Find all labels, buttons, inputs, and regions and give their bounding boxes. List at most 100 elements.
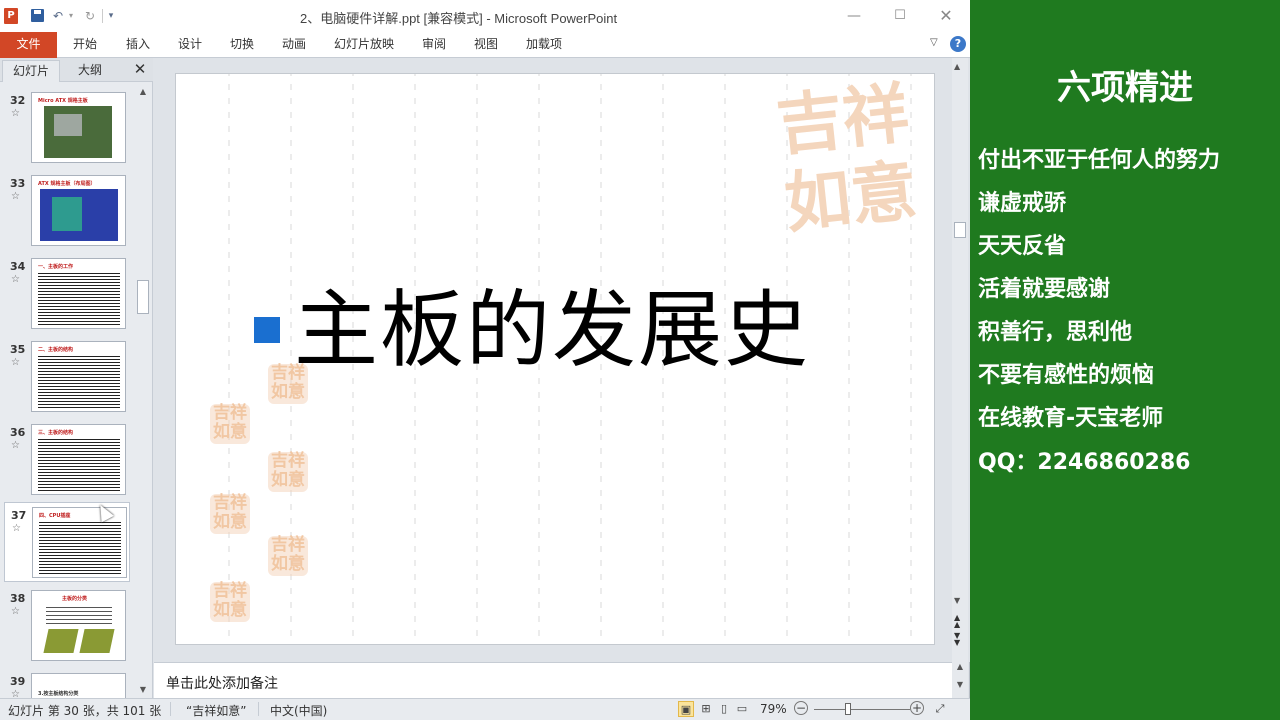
undo-icon[interactable]: ↶ — [50, 8, 66, 24]
scrollbar-thumb[interactable] — [954, 222, 966, 238]
minimize-button[interactable]: — — [842, 6, 866, 26]
side-panel-item: QQ：2246860286 — [978, 450, 1191, 475]
zoom-in-button[interactable]: + — [910, 701, 924, 715]
star-icon: ☆ — [11, 440, 20, 451]
thumbnail-36[interactable]: 36 ☆ 三、主板的结构 — [0, 420, 134, 500]
help-icon[interactable]: ? — [950, 36, 966, 52]
title-bar: P ↶ ▾ ↻ ▾ 2、电脑硬件详解.ppt [兼容模式] - Microsof… — [0, 0, 970, 32]
thumbnail-title: 三、主板的结构 — [38, 430, 74, 436]
notes-scrollbar[interactable]: ▲ ▼ — [952, 662, 968, 698]
slide-number: 35 — [10, 343, 26, 356]
close-pane-icon[interactable]: ✕ — [131, 60, 149, 80]
tab-slideshow[interactable]: 幻灯片放映 — [334, 32, 394, 58]
slide-number: 38 — [10, 592, 26, 605]
zoom-slider-knob[interactable] — [845, 703, 851, 715]
text-lines — [46, 607, 112, 625]
small-seal: 吉祥如意 — [268, 452, 308, 492]
slide-title[interactable]: 主板的发展史 — [294, 280, 810, 380]
zoom-out-button[interactable]: − — [794, 701, 808, 715]
thumbnail-39[interactable]: 39 ☆ 3.按主板结构分类 — [0, 669, 134, 698]
board-diagram-picture — [40, 189, 118, 241]
star-icon: ☆ — [11, 606, 20, 617]
thumbnail-38[interactable]: 38 ☆ 主板的分类 — [0, 586, 134, 666]
collapse-ribbon-icon[interactable]: ▽ — [930, 37, 938, 48]
slide-thumbnail: Micro ATX 规格主板 — [31, 92, 126, 163]
tab-home[interactable]: 开始 — [73, 32, 97, 58]
thumbnail-list: 32 ☆ Micro ATX 规格主板 33 ☆ ATX 规格主板（布局图） 3… — [0, 84, 134, 698]
language-indicator[interactable]: 中文(中国) — [270, 702, 327, 719]
tab-animations[interactable]: 动画 — [282, 32, 306, 58]
current-slide[interactable]: 吉祥如意 吉祥如意 吉祥如意 吉祥如意 吉祥如意 吉祥如意 吉祥如意 主板的发展… — [175, 73, 935, 645]
status-separator — [170, 702, 171, 716]
notes-placeholder[interactable]: 单击此处添加备注 — [166, 673, 278, 693]
side-panel-item: 积善行，思利他 — [978, 320, 1133, 345]
status-separator — [258, 702, 259, 716]
side-panel-item: 活着就要感谢 — [978, 277, 1111, 302]
scroll-down-icon[interactable]: ▼ — [137, 684, 149, 696]
tab-design[interactable]: 设计 — [178, 32, 202, 58]
previous-slide-icon[interactable]: ▲ ▲ — [954, 614, 960, 629]
slide-editor: 吉祥如意 吉祥如意 吉祥如意 吉祥如意 吉祥如意 吉祥如意 吉祥如意 主板的发展… — [154, 58, 970, 662]
tab-file[interactable]: 文件 — [0, 32, 57, 58]
slide-number: 32 — [10, 94, 26, 107]
slide-number: 33 — [10, 177, 26, 190]
slideshow-icon[interactable]: ▭ — [734, 701, 750, 717]
zoom-level[interactable]: 79% — [760, 702, 787, 716]
thumbnail-title: 四、CPU插座 — [39, 513, 71, 519]
star-icon: ☆ — [11, 357, 20, 368]
thumbnail-35[interactable]: 35 ☆ 二、主板的结构 — [0, 337, 134, 417]
theme-name[interactable]: “吉祥如意” — [186, 702, 246, 719]
tab-outline[interactable]: 大纲 — [62, 60, 118, 82]
thumbnail-scrollbar[interactable]: ▲ ▼ — [135, 84, 151, 698]
board-pictures — [44, 629, 114, 657]
side-panel-item: 天天反省 — [978, 234, 1067, 259]
customize-qat-icon[interactable]: ▾ — [106, 8, 116, 24]
side-panel-item: 不要有感性的烦恼 — [978, 363, 1155, 388]
text-lines — [38, 439, 120, 491]
side-panel-item: 付出不亚于任何人的努力 — [978, 148, 1221, 173]
star-icon: ☆ — [11, 689, 20, 698]
next-slide-icon[interactable]: ▼ ▼ — [954, 632, 960, 647]
normal-view-icon[interactable]: ▣ — [678, 701, 694, 717]
notes-pane[interactable]: 单击此处添加备注 — [154, 662, 952, 698]
reading-view-icon[interactable]: ▯ — [716, 701, 732, 717]
slide-counter: 幻灯片 第 30 张，共 101 张 — [8, 704, 162, 718]
bullet-square — [254, 317, 280, 343]
small-seal: 吉祥如意 — [210, 404, 250, 444]
redo-icon[interactable]: ↻ — [82, 8, 98, 24]
star-icon: ☆ — [12, 523, 21, 534]
undo-dropdown-icon[interactable]: ▾ — [66, 8, 76, 24]
tab-view[interactable]: 视图 — [474, 32, 498, 58]
powerpoint-app-icon[interactable]: P — [4, 8, 18, 24]
scroll-up-icon[interactable]: ▲ — [954, 62, 960, 71]
side-panel-title: 六项精进 — [1057, 68, 1193, 108]
side-panel: 六项精进 付出不亚于任何人的努力 谦虚戒骄 天天反省 活着就要感谢 积善行，思利… — [970, 0, 1280, 720]
thumbnail-title: 二、主板的结构 — [38, 347, 74, 353]
scrollbar-thumb[interactable] — [137, 280, 149, 314]
thumbnail-title: 主板的分类 — [62, 596, 88, 602]
tab-slides[interactable]: 幻灯片 — [2, 60, 60, 82]
maximize-button[interactable]: ☐ — [888, 6, 912, 26]
thumbnail-33[interactable]: 33 ☆ ATX 规格主板（布局图） — [0, 171, 134, 251]
slide-thumbnail: 四、CPU插座 — [32, 507, 127, 578]
thumbnail-34[interactable]: 34 ☆ 一、主板的工作 — [0, 254, 134, 334]
thumbnail-32[interactable]: 32 ☆ Micro ATX 规格主板 — [0, 88, 134, 168]
slide-scrollbar[interactable]: ▲ ▼ ▲ ▲ ▼ ▼ — [952, 58, 968, 662]
scroll-up-icon[interactable]: ▲ — [137, 86, 149, 98]
tab-transitions[interactable]: 切换 — [230, 32, 254, 58]
small-seal: 吉祥如意 — [210, 582, 250, 622]
pane-tabs: 幻灯片 大纲 ✕ — [0, 58, 153, 82]
tab-insert[interactable]: 插入 — [126, 32, 150, 58]
fit-to-window-icon[interactable]: ⤢ — [932, 701, 948, 717]
side-panel-item: 在线教育-天宝老师 — [978, 406, 1164, 431]
slide-number: 37 — [11, 509, 27, 522]
tab-review[interactable]: 审阅 — [422, 32, 446, 58]
slide-sorter-icon[interactable]: ⊞ — [698, 701, 714, 717]
zoom-slider[interactable] — [814, 709, 910, 710]
close-button[interactable]: ✕ — [934, 6, 958, 26]
scroll-down-icon[interactable]: ▼ — [954, 596, 960, 605]
save-icon[interactable] — [28, 8, 46, 24]
slide-number: 34 — [10, 260, 26, 273]
tab-addins[interactable]: 加载项 — [526, 32, 562, 58]
text-lines — [39, 522, 121, 574]
